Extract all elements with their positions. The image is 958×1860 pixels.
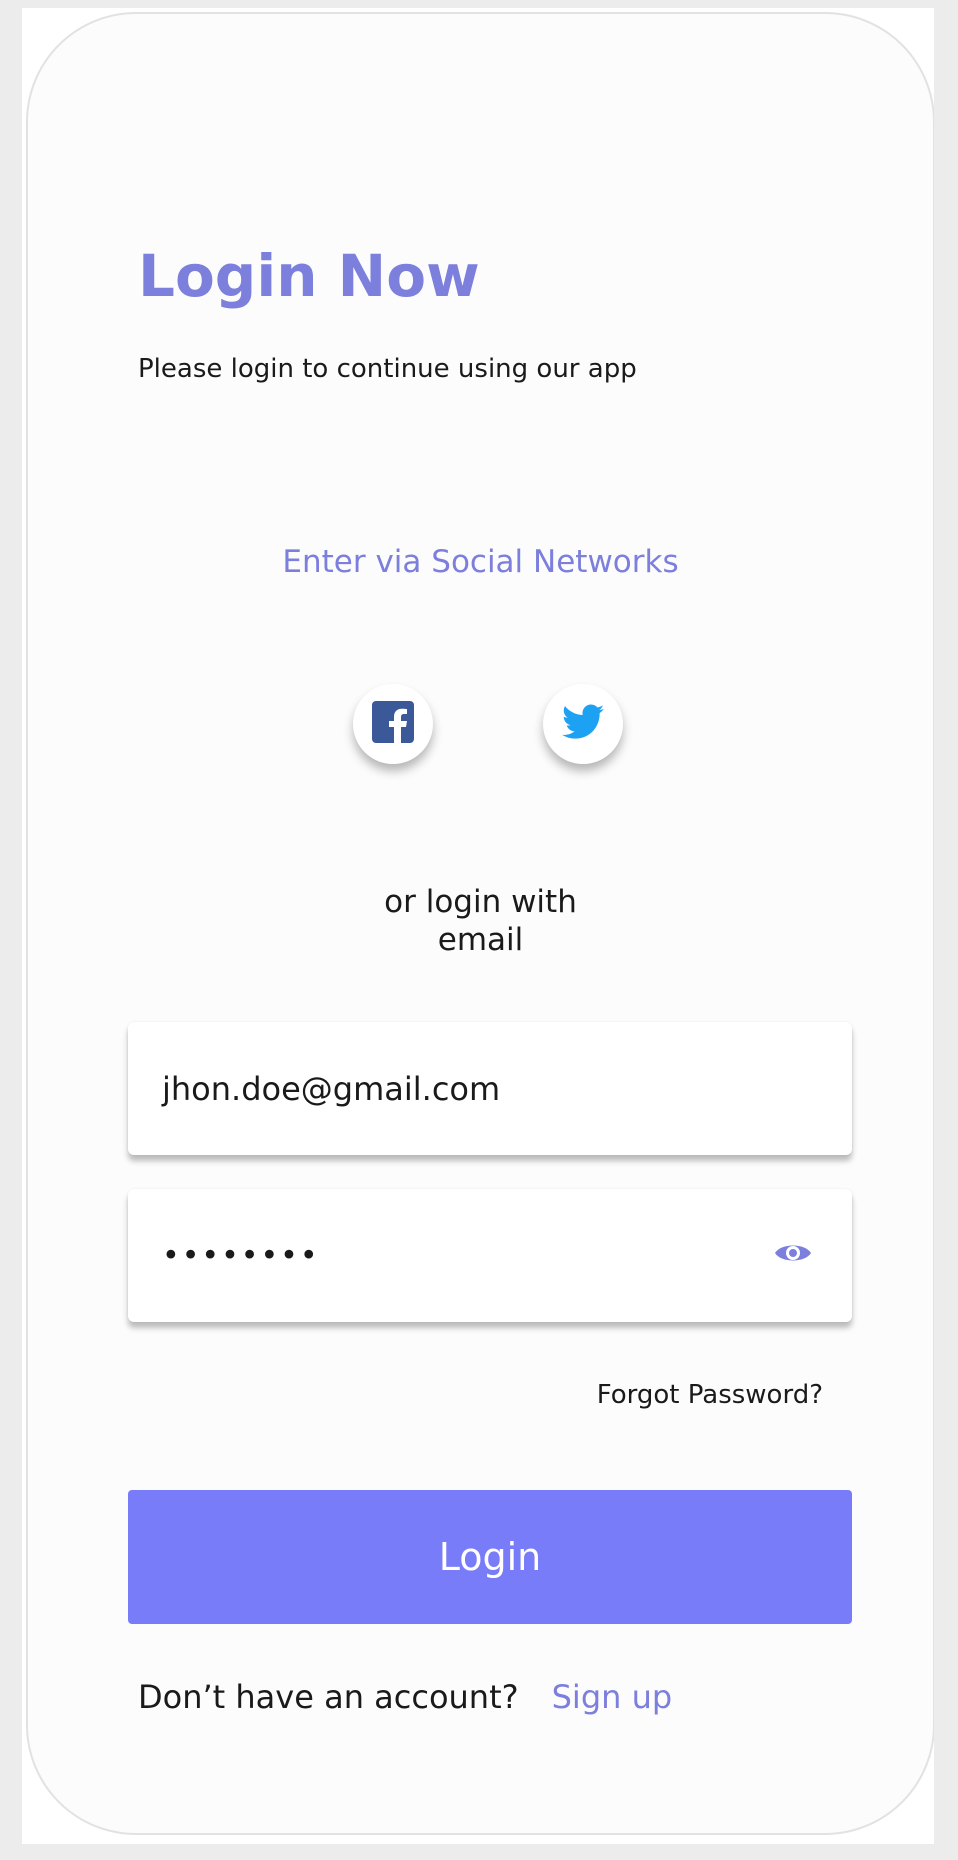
signup-link[interactable]: Sign up bbox=[552, 1678, 673, 1716]
show-password-toggle[interactable] bbox=[772, 1241, 814, 1271]
twitter-login-button[interactable] bbox=[543, 684, 623, 764]
page-title: Login Now bbox=[138, 242, 480, 310]
or-text-line-2: email bbox=[437, 922, 524, 958]
facebook-icon bbox=[372, 700, 414, 748]
or-text-line-1: or login with bbox=[384, 884, 577, 920]
login-screen: Login Now Please login to continue using… bbox=[26, 12, 934, 1835]
login-button[interactable]: Login bbox=[128, 1490, 852, 1624]
email-field-value: jhon.doe@gmail.com bbox=[162, 1069, 501, 1108]
eye-icon bbox=[773, 1240, 813, 1271]
forgot-password-link[interactable]: Forgot Password? bbox=[597, 1380, 823, 1410]
or-login-with-email-text: or login with email bbox=[28, 883, 933, 959]
page-subtitle: Please login to continue using our app bbox=[138, 354, 637, 384]
password-field-value: •••••••• bbox=[162, 1238, 320, 1273]
signup-prompt: Don’t have an account? bbox=[138, 1678, 519, 1716]
phone-frame: Login Now Please login to continue using… bbox=[22, 8, 934, 1844]
social-heading: Enter via Social Networks bbox=[282, 544, 679, 580]
email-field[interactable]: jhon.doe@gmail.com bbox=[128, 1022, 852, 1155]
twitter-icon bbox=[562, 704, 604, 745]
facebook-login-button[interactable] bbox=[353, 684, 433, 764]
password-field[interactable]: •••••••• bbox=[128, 1189, 852, 1322]
signup-row: Don’t have an account? Sign up bbox=[138, 1678, 672, 1716]
